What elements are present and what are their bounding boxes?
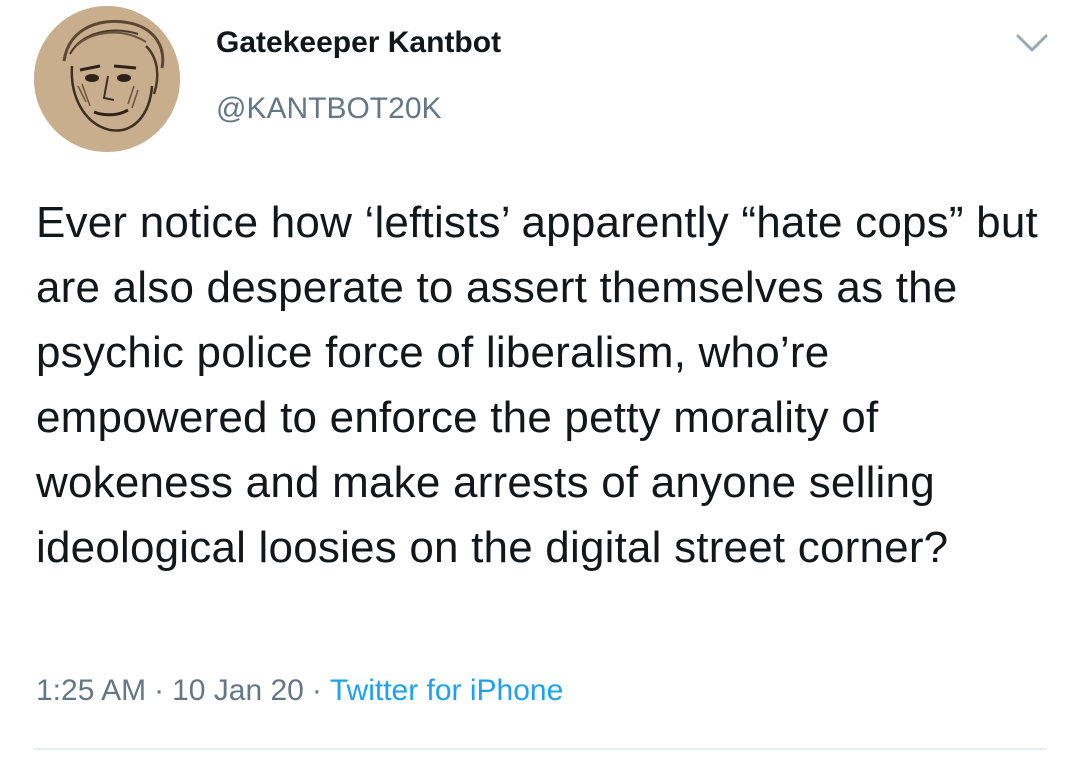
divider [34, 748, 1046, 750]
tweet-text: Ever notice how ‘leftists’ apparently “h… [36, 198, 1038, 572]
tweet-card: Gatekeeper Kantbot @KANTBOT20K Ever noti… [0, 0, 1080, 777]
meta-separator: · [311, 674, 322, 707]
tweet-metadata: 1:25 AM · 10 Jan 20 · Twitter for iPhone [36, 674, 563, 708]
chevron-down-icon[interactable] [1014, 30, 1050, 56]
author-handle[interactable]: @KANTBOT20K [216, 92, 442, 126]
meta-separator: · [154, 674, 165, 707]
author-display-name[interactable]: Gatekeeper Kantbot [216, 26, 501, 60]
avatar[interactable] [34, 6, 180, 152]
tweet-date[interactable]: 10 Jan 20 [172, 674, 304, 707]
sketched-face-avatar-icon [34, 6, 180, 152]
tweet-time[interactable]: 1:25 AM [36, 674, 146, 707]
tweet-source-link[interactable]: Twitter for iPhone [330, 674, 563, 707]
